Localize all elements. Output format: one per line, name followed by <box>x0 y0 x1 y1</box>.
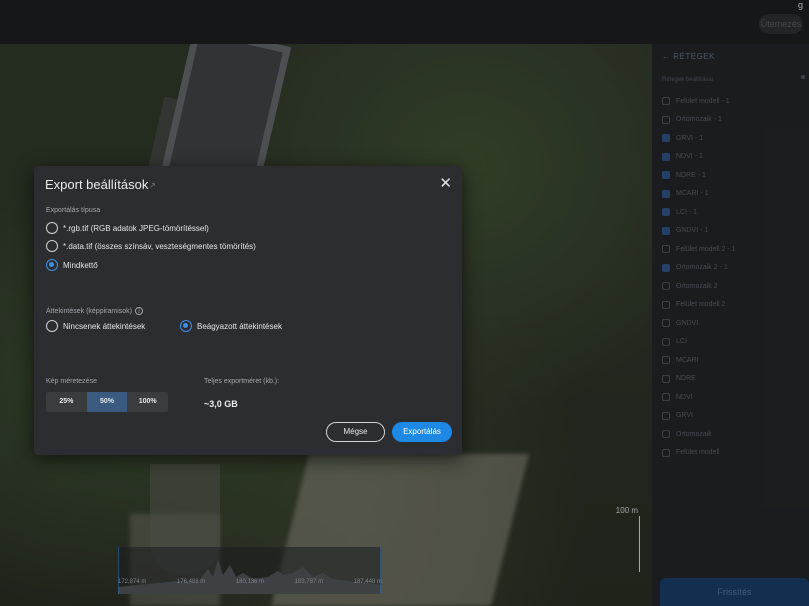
radio-button[interactable] <box>46 240 58 252</box>
resize-option-100[interactable]: 100% <box>127 392 168 412</box>
overview-option-embedded[interactable]: Beágyazott áttekintések <box>180 320 282 332</box>
export-type-option-label: *.rgb.tif (RGB adatok JPEG-tömörítéssel) <box>63 223 209 233</box>
radio-button-selected[interactable] <box>46 259 58 271</box>
export-type-option-rgb[interactable]: *.rgb.tif (RGB adatok JPEG-tömörítéssel) <box>46 222 209 234</box>
resize-option-25[interactable]: 25% <box>46 392 87 412</box>
resize-option-50[interactable]: 50% <box>86 392 128 412</box>
overviews-label-text: Áttekintések (képpiramisok) <box>46 308 132 315</box>
total-size-value: ~3,0 GB <box>204 399 238 409</box>
export-type-option-both[interactable]: Mindkettő <box>46 259 98 271</box>
radio-button[interactable] <box>46 222 58 234</box>
overviews-label: Áttekintések (képpiramisok) i <box>46 307 143 315</box>
export-settings-dialog: Export beállítások ↗ ✕ Exportálás típusa… <box>34 166 462 455</box>
close-icon[interactable]: ✕ <box>439 174 452 192</box>
info-icon[interactable]: i <box>134 307 143 315</box>
overview-option-label: Beágyazott áttekintések <box>197 321 282 331</box>
cancel-button[interactable]: Mégse <box>326 422 385 442</box>
export-button[interactable]: Exportálás <box>392 422 452 442</box>
export-type-option-label: Mindkettő <box>63 260 98 270</box>
radio-button[interactable] <box>46 320 58 332</box>
external-link-icon[interactable]: ↗ <box>149 181 156 190</box>
export-type-option-data[interactable]: *.data.tif (összes színsáv, veszteségmen… <box>46 240 256 252</box>
resize-segmented-control: 25% 50% 100% <box>46 392 168 412</box>
overview-option-label: Nincsenek áttekintések <box>63 321 146 331</box>
export-type-option-label: *.data.tif (összes színsáv, veszteségmen… <box>63 241 256 251</box>
resize-label: Kép méretezése <box>46 378 97 385</box>
total-size-label: Teljes exportméret (kb.): <box>204 378 280 385</box>
dialog-title: Export beállítások <box>45 177 149 192</box>
export-type-label: Exportálás típusa <box>46 207 101 214</box>
radio-button-selected[interactable] <box>180 320 192 332</box>
overview-option-none[interactable]: Nincsenek áttekintések <box>46 320 145 332</box>
